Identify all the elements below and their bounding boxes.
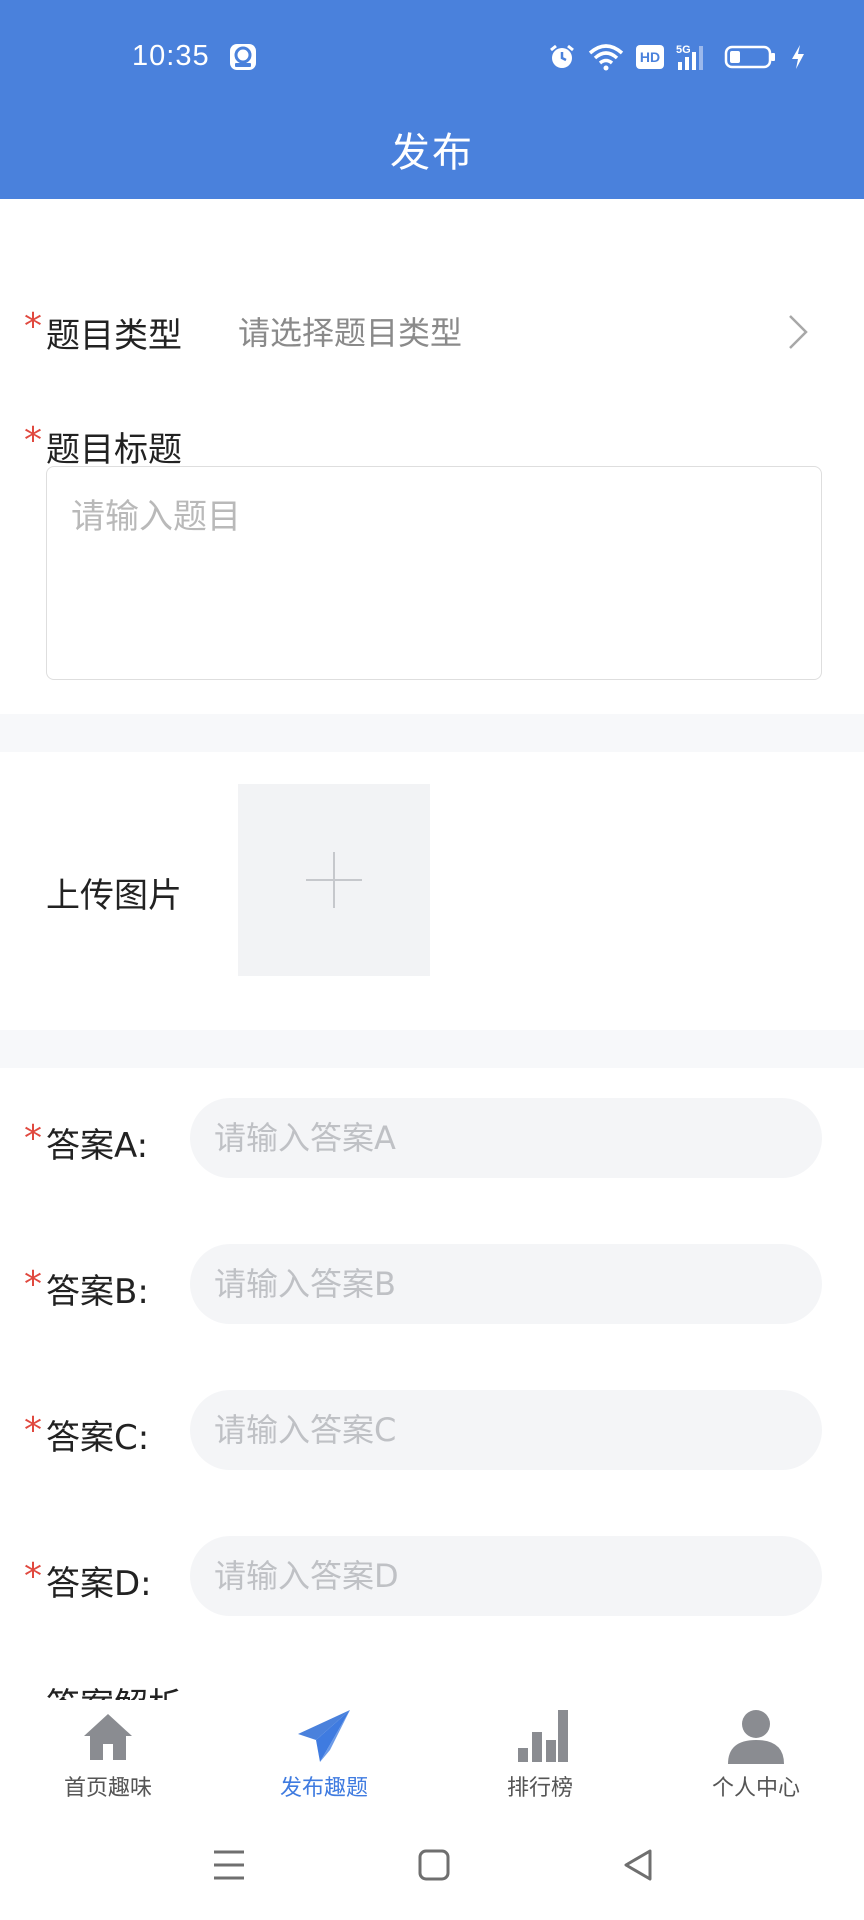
home-square-icon[interactable] [409, 1840, 459, 1890]
tab-profile[interactable]: 个人中心 [648, 1700, 864, 1810]
tab-publish[interactable]: 发布趣题 [216, 1700, 432, 1810]
question-type-label: 题目类型 [46, 316, 182, 356]
upload-image-button[interactable] [238, 784, 430, 976]
system-navigation-bar [0, 1810, 864, 1920]
required-mark: * [24, 1410, 42, 1451]
hd-badge: HD [636, 45, 664, 69]
page-title: 发布 [390, 130, 474, 176]
required-mark: * [24, 1556, 42, 1597]
paper-plane-icon [298, 1710, 350, 1762]
required-mark: * [24, 306, 42, 347]
answer-b-label: 答案B: [46, 1272, 149, 1312]
section-divider [0, 1030, 864, 1068]
status-bar: 10:35 HD 5G [0, 0, 864, 110]
charging-bolt-icon [792, 45, 804, 69]
wifi-icon [588, 44, 624, 71]
bar-chart-icon [518, 1710, 568, 1762]
tab-publish-label: 发布趣题 [279, 1776, 368, 1801]
svg-text:5G: 5G [676, 44, 691, 56]
tab-home[interactable]: 首页趣味 [0, 1700, 216, 1810]
answer-d-input[interactable] [190, 1536, 822, 1616]
question-title-label: 题目标题 [46, 430, 182, 470]
answer-c-label: 答案C: [46, 1418, 150, 1458]
alarm-icon [550, 44, 574, 68]
answer-a-input[interactable] [190, 1098, 822, 1178]
answer-a-label: 答案A: [46, 1126, 149, 1166]
menu-icon[interactable] [204, 1840, 254, 1890]
status-time: 10:35 [132, 40, 210, 72]
answer-explanation-label: 答案解析 [46, 1686, 182, 1700]
chevron-right-icon [789, 315, 808, 349]
tab-profile-label: 个人中心 [711, 1776, 800, 1801]
required-mark: * [24, 1264, 42, 1305]
question-type-placeholder: 请选择题目类型 [238, 314, 463, 352]
battery-icon [724, 45, 775, 69]
section-divider [0, 714, 864, 752]
required-mark: * [24, 1118, 42, 1159]
answer-b-input[interactable] [190, 1244, 822, 1324]
status-icons: HD 5G [548, 40, 806, 74]
question-title-textarea[interactable] [46, 466, 822, 680]
home-icon [84, 1714, 132, 1760]
back-triangle-icon[interactable] [614, 1840, 664, 1890]
required-mark: * [24, 420, 42, 461]
tab-ranking-label: 排行榜 [506, 1776, 573, 1801]
answer-d-label: 答案D: [46, 1564, 152, 1604]
bottom-tab-bar: 首页趣味 发布趣题 排行榜 个人中心 [0, 1700, 864, 1810]
cellular-signal-icon: 5G [676, 44, 703, 70]
tab-home-label: 首页趣味 [63, 1776, 152, 1801]
app-header: 10:35 HD 5G 发布 [0, 0, 864, 199]
tab-ranking[interactable]: 排行榜 [432, 1700, 648, 1810]
answer-c-input[interactable] [190, 1390, 822, 1470]
person-icon [728, 1710, 784, 1764]
app-notification-icon [230, 44, 256, 70]
question-type-row[interactable]: * 题目类型 请选择题目类型 [0, 300, 864, 360]
upload-image-label: 上传图片 [46, 876, 182, 916]
